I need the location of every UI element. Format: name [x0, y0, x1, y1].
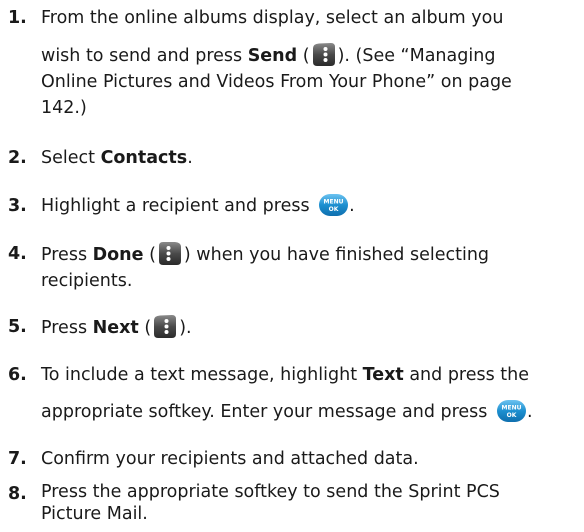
text: ( — [138, 318, 152, 338]
step-number: 2. — [8, 148, 27, 168]
step-number: 1. — [8, 8, 27, 28]
bold-term: Contacts — [100, 148, 188, 168]
text: . — [187, 148, 193, 168]
bold-term: Next — [92, 318, 139, 338]
text: ( — [143, 245, 156, 265]
step-number: 6. — [8, 365, 27, 385]
menu-label: MENU — [324, 199, 344, 206]
step-line: Press Done ( ) when you have finished sel… — [41, 241, 578, 268]
softkey-icon — [157, 241, 183, 266]
step-number: 7. — [8, 449, 27, 469]
step-line: Press Next (). — [41, 314, 578, 341]
step-text: Press Next (). — [41, 314, 578, 341]
bold-term: Text — [362, 365, 404, 385]
text: Press — [41, 318, 93, 338]
step-line: From the online albums display, select a… — [41, 8, 504, 28]
text: . — [526, 402, 533, 422]
text: ( — [297, 46, 310, 66]
step-text: Confirm your recipients and attached dat… — [41, 446, 578, 472]
menu-ok-icon: MENU OK — [318, 193, 349, 217]
step-text: Press the appropriate softkey to send th… — [41, 481, 578, 525]
instruction-page: 1. From the online albums display, selec… — [0, 0, 584, 532]
step-number: 5. — [8, 317, 27, 337]
step-number: 3. — [8, 196, 27, 216]
text: and press the — [403, 365, 530, 385]
text: Press — [41, 245, 93, 265]
bold-term: Done — [92, 245, 144, 265]
softkey-icon — [311, 42, 337, 67]
step-line: Select Contacts. — [41, 145, 578, 171]
text: ). — [179, 318, 192, 338]
text: wish to send and press — [41, 46, 248, 66]
text: ). (See “Managing — [337, 46, 496, 66]
step-line: Picture Mail. — [41, 504, 148, 524]
step-text: Select Contacts. — [41, 145, 578, 171]
step-line: Online Pictures and Videos From Your Pho… — [41, 72, 512, 92]
ok-label: OK — [507, 412, 517, 419]
menu-label: MENU — [501, 405, 521, 412]
step-text: Highlight a recipient and press MENU OK. — [41, 193, 578, 219]
step-line: wish to send and press Send ( ). (See “Ma… — [41, 42, 578, 69]
step-line: Press the appropriate softkey to send th… — [41, 482, 500, 502]
step-number: 4. — [8, 244, 27, 264]
menu-ok-icon: MENU OK — [496, 399, 527, 423]
text: . — [349, 196, 355, 216]
step-text: To include a text message, highlight Tex… — [41, 362, 578, 425]
bold-term: Send — [247, 46, 298, 66]
step-line: 142.) — [41, 98, 87, 118]
step-line: recipients. — [41, 271, 133, 291]
ok-label: OK — [329, 206, 339, 213]
step-text: Press Done ( ) when you have finished sel… — [41, 241, 578, 294]
step-line: Highlight a recipient and press MENU OK. — [41, 193, 578, 219]
text: Select — [41, 148, 101, 168]
text: To include a text message, highlight — [41, 365, 363, 385]
step-text: From the online albums display, select a… — [41, 5, 578, 121]
step-line: Confirm your recipients and attached dat… — [41, 449, 419, 469]
text: ) when you have finished selecting — [183, 245, 490, 265]
step-number: 8. — [8, 484, 27, 504]
softkey-icon — [152, 314, 178, 339]
text: appropriate softkey. Enter your message … — [41, 402, 493, 422]
step-line: To include a text message, highlight Tex… — [41, 362, 578, 388]
text: Highlight a recipient and press — [41, 196, 316, 216]
step-line: appropriate softkey. Enter your message … — [41, 399, 578, 425]
